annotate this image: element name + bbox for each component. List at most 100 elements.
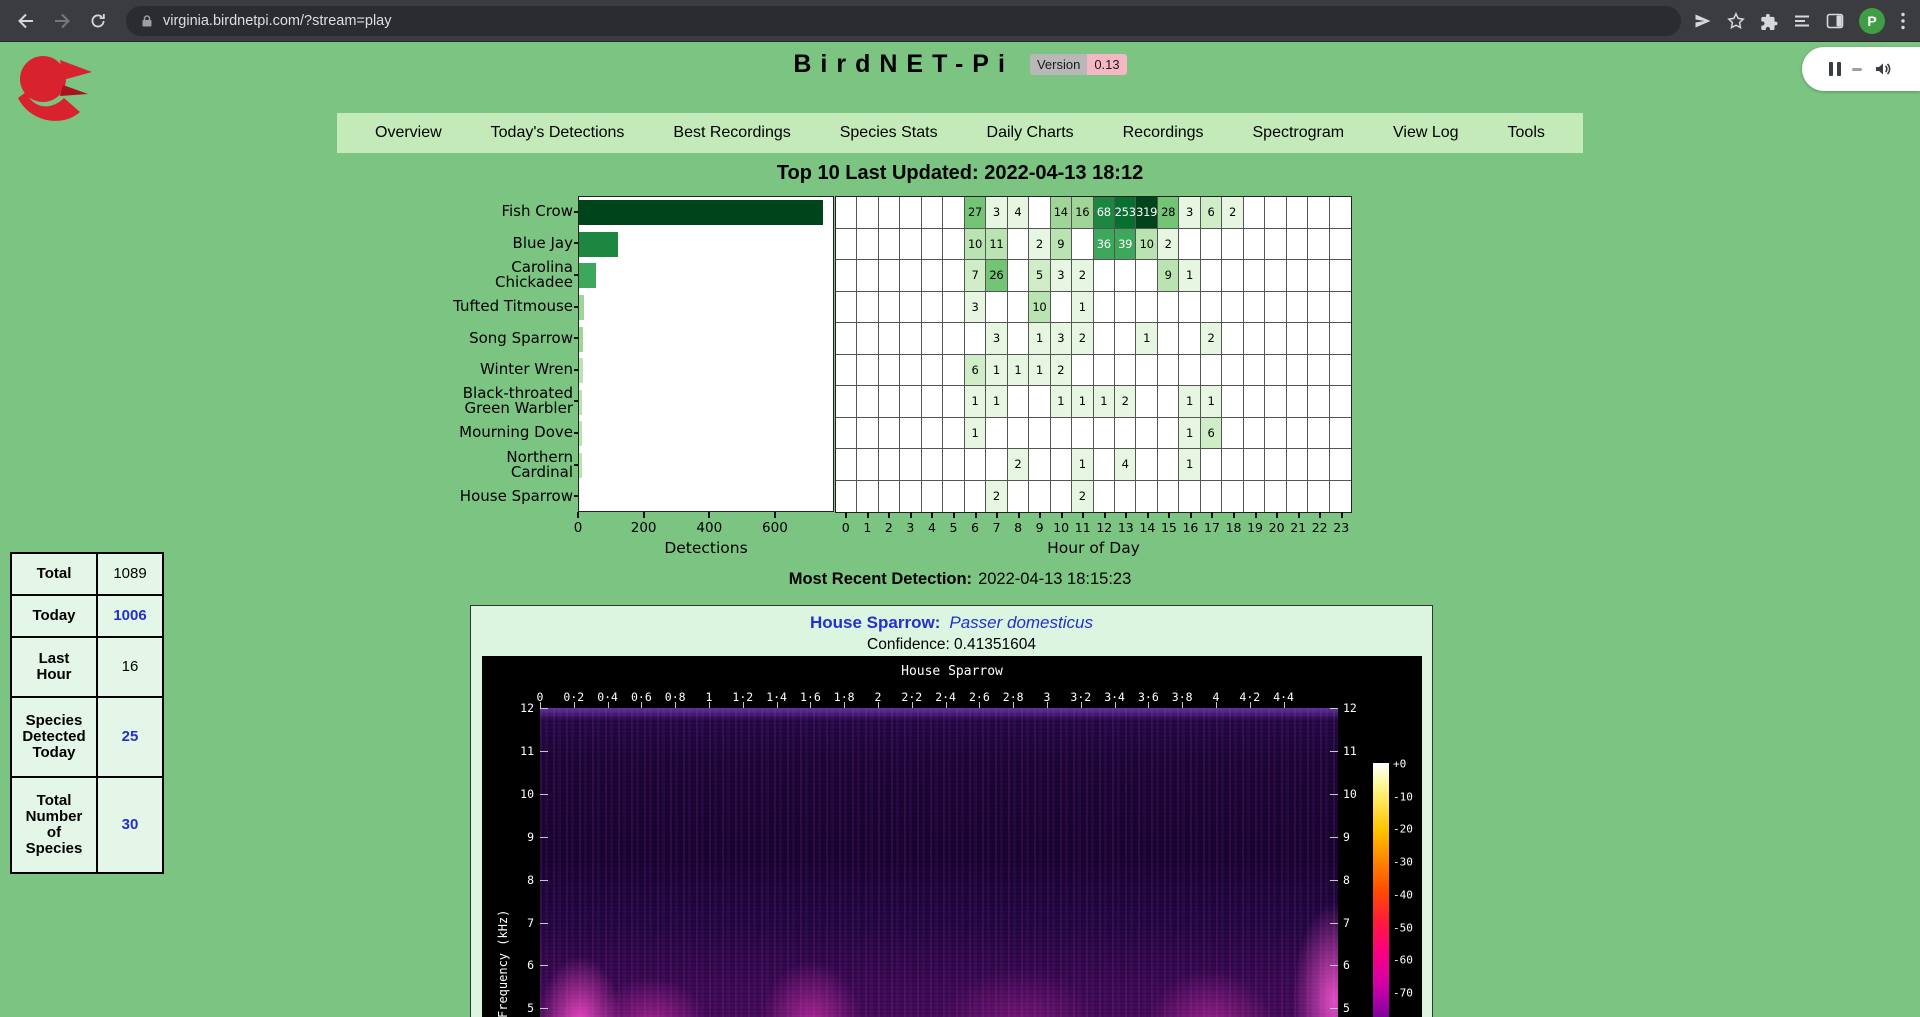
profile-avatar[interactable]: P: [1859, 8, 1885, 34]
heatmap-cell: [900, 323, 921, 355]
colorbar-tick-label: -30: [1393, 856, 1413, 869]
spectro-y-tick-label: 6: [506, 958, 534, 972]
heatmap-cell: [900, 449, 921, 481]
x-axis-tick-label: 0: [842, 520, 850, 535]
x-axis-tick-label: 19: [1247, 520, 1263, 535]
stats-row: Last Hour16: [11, 637, 163, 697]
x-axis-tick: [577, 512, 579, 518]
side-panel-icon[interactable]: [1826, 12, 1844, 30]
stats-row: Total Number of Species30: [11, 777, 163, 873]
heatmap-cell: 1: [1201, 386, 1222, 418]
detected-species-link[interactable]: House Sparrow:: [810, 613, 940, 632]
colorbar-tick-label: +0: [1393, 758, 1406, 771]
heatmap-cell: 1: [965, 386, 986, 418]
x-axis-tick-label: 17: [1204, 520, 1220, 535]
heatmap-cell: [922, 449, 943, 481]
x-axis-tick-label: 8: [1014, 520, 1022, 535]
heatmap-cell: 2: [986, 481, 1007, 513]
reading-list-icon[interactable]: [1793, 12, 1811, 30]
x-axis-tick-label: 200: [631, 520, 657, 536]
spectro-x-tick: [641, 702, 642, 708]
detections-bar: [579, 200, 823, 225]
x-axis-tick: [1147, 512, 1149, 518]
stats-row: Today1006: [11, 595, 163, 637]
heatmap-cell: [1330, 292, 1351, 324]
heatmap-cell: [836, 197, 857, 229]
heatmap-cell: [900, 386, 921, 418]
x-axis-tick: [1233, 512, 1235, 518]
url-bar[interactable]: virginia.birdnetpi.com/?stream=play: [126, 6, 1681, 36]
spectro-x-tick: [810, 702, 811, 708]
heatmap-cell: [836, 292, 857, 324]
volume-icon[interactable]: [1873, 59, 1893, 79]
heatmap-cell: 5: [1029, 260, 1050, 292]
heatmap-cell: 2: [1072, 323, 1093, 355]
spectro-x-tick: [675, 702, 676, 708]
forward-button[interactable]: [46, 5, 78, 37]
x-axis-tick-label: 0: [574, 520, 583, 536]
heatmap-cell: 3: [1051, 323, 1072, 355]
seek-dash[interactable]: [1852, 68, 1862, 71]
heatmap-cell: [1287, 386, 1308, 418]
heatmap-cell: 3: [1179, 197, 1200, 229]
heatmap-cell: [1265, 355, 1286, 387]
heatmap-cell: [1222, 355, 1243, 387]
detections-bar: [579, 295, 584, 320]
spectro-y-tick-label: 6: [1343, 958, 1350, 972]
heatmap-cell: [857, 323, 878, 355]
spectro-x-tick: [912, 702, 913, 708]
x-axis-tick-label: 13: [1118, 520, 1134, 535]
scientific-name-link[interactable]: Passer domesticus: [949, 613, 1093, 632]
back-button[interactable]: [10, 5, 42, 37]
spectro-x-tick: [1047, 702, 1048, 708]
spectro-x-tick: [574, 702, 575, 708]
spectro-x-tick: [1216, 702, 1217, 708]
spectro-y-tick-label: 12: [1343, 701, 1357, 715]
stats-label: Species Detected Today: [11, 697, 97, 777]
heatmap-cell: [1265, 418, 1286, 450]
stats-value-link[interactable]: 25: [97, 697, 163, 777]
heatmap-cell: 1: [1179, 386, 1200, 418]
spectro-y-tick: [1330, 708, 1338, 709]
heatmap-cell: [1265, 386, 1286, 418]
stats-value-link[interactable]: 1006: [97, 595, 163, 637]
heatmap-cell: 2: [1115, 386, 1136, 418]
heatmap-cell: [1029, 418, 1050, 450]
send-icon[interactable]: [1694, 12, 1712, 30]
spectro-y-tick-label: 9: [506, 830, 534, 844]
bookmark-star-icon[interactable]: [1727, 12, 1745, 30]
heatmap-cell: [1201, 229, 1222, 261]
detection-panel: House Sparrow:Passer domesticus Confiden…: [470, 605, 1433, 1017]
spectro-x-tick: [946, 702, 947, 708]
x-axis-tick: [1061, 512, 1063, 518]
menu-kebab-icon[interactable]: [1900, 11, 1906, 31]
heatmap-cell: [1136, 355, 1157, 387]
heatmap-cell: 10: [1136, 229, 1157, 261]
heatmap-cell: [1244, 449, 1265, 481]
heatmap-cell: [1222, 481, 1243, 513]
heatmap-cell: [1287, 449, 1308, 481]
extensions-puzzle-icon[interactable]: [1760, 12, 1778, 30]
x-axis-tick-label: 6: [971, 520, 979, 535]
heatmap-cell: [943, 292, 964, 324]
x-axis-tick-label: 23: [1333, 520, 1349, 535]
spectro-x-tick: [844, 702, 845, 708]
heatmap-cell: [1308, 449, 1329, 481]
heatmap-cell: 9: [1051, 229, 1072, 261]
pause-icon[interactable]: [1829, 62, 1841, 76]
x-axis-tick: [1125, 512, 1127, 518]
url-text: virginia.birdnetpi.com/?stream=play: [163, 13, 391, 29]
stats-value-link[interactable]: 30: [97, 777, 163, 873]
spectro-y-tick-label: 10: [1343, 787, 1357, 801]
heatmap-cell: [1330, 449, 1351, 481]
heatmap-cell: 36: [1094, 229, 1115, 261]
heatmap-cell: [965, 323, 986, 355]
heatmap-cell: [1115, 260, 1136, 292]
x-axis-tick: [1255, 512, 1257, 518]
spectro-y-tick: [540, 708, 548, 709]
heatmap-cell: 6: [1201, 418, 1222, 450]
heatmap-cell: [1094, 418, 1115, 450]
reload-button[interactable]: [82, 5, 114, 37]
heatmap-cell: 319: [1136, 197, 1157, 229]
heatmap-cell: [1179, 323, 1200, 355]
